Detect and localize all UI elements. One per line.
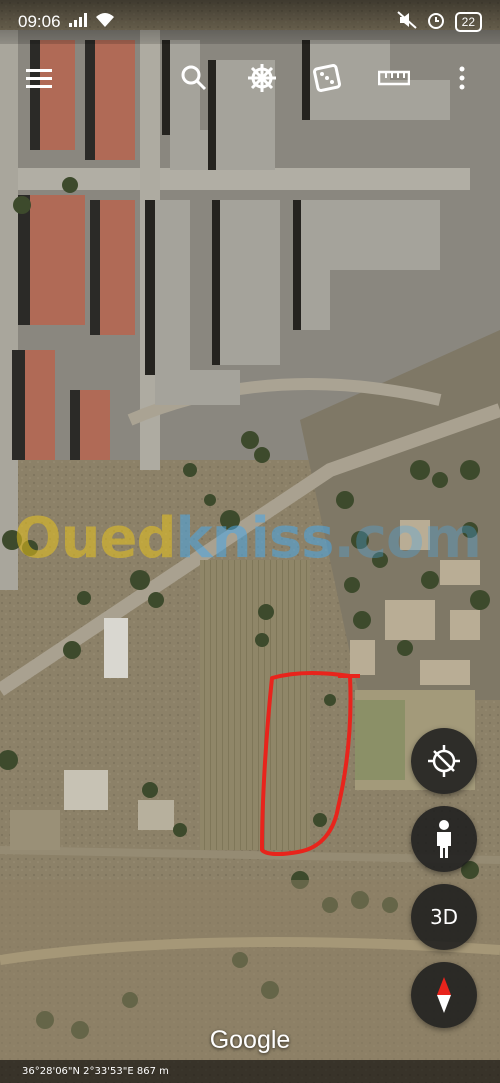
watermark-part-b: kniss [175, 506, 335, 571]
signal-icon [68, 12, 87, 32]
more-vert-icon [459, 66, 465, 90]
battery-icon: 22 [454, 12, 482, 32]
search-icon [181, 65, 207, 91]
watermark-part-c: .com [333, 506, 482, 571]
compass-icon [437, 977, 451, 1013]
alarm-icon [427, 11, 445, 34]
mute-icon [396, 10, 417, 34]
wifi-icon [95, 12, 115, 33]
menu-button[interactable] [17, 56, 61, 100]
voyager-button[interactable] [240, 56, 284, 100]
map-toolbar [0, 56, 500, 100]
search-button[interactable] [172, 56, 216, 100]
street-view-button[interactable] [411, 806, 477, 872]
menu-icon [26, 69, 52, 88]
coordinates-bar: 36°28'06"N 2°33'53"E 867 m [0, 1060, 500, 1083]
watermark: Ouedkniss.com [14, 506, 482, 571]
location-button[interactable] [411, 728, 477, 794]
measure-button[interactable] [372, 56, 416, 100]
status-bar: 09:06 22 [0, 0, 500, 44]
3d-toggle-button[interactable]: 3D [411, 884, 477, 950]
status-time: 09:06 [18, 12, 61, 31]
ship-wheel-icon [248, 64, 276, 92]
feeling-lucky-button[interactable] [305, 56, 349, 100]
ruler-icon [378, 70, 410, 86]
pegman-icon [437, 820, 451, 858]
google-logo: Google [209, 1026, 291, 1054]
dice-icon [313, 64, 341, 92]
compass-button[interactable] [411, 962, 477, 1028]
watermark-part-a: Oued [14, 506, 177, 571]
location-off-icon [428, 745, 460, 777]
more-options-button[interactable] [440, 56, 484, 100]
